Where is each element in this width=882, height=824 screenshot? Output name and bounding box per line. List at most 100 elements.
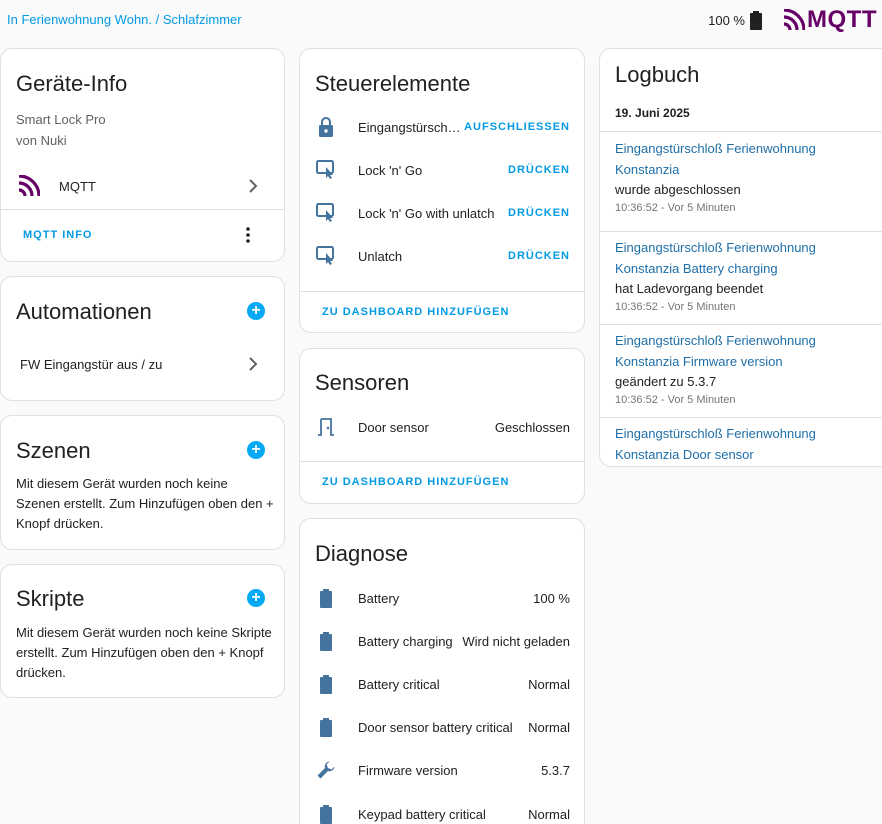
diagnostic-value: Wird nicht geladen xyxy=(462,634,570,649)
mqtt-info-button[interactable]: MQTT INFO xyxy=(23,229,93,241)
device-manufacturer: von Nuki xyxy=(16,133,67,148)
log-entity-link[interactable]: Konstanzia xyxy=(615,159,882,180)
add-to-dashboard-button[interactable]: ZU DASHBOARD HINZUFÜGEN xyxy=(322,476,509,488)
control-label: Eingangstürsch… xyxy=(358,120,461,135)
automation-label: FW Eingangstür aus / zu xyxy=(20,357,163,372)
log-message: geändert zu 5.3.7 xyxy=(615,374,717,389)
diagnostic-row[interactable]: Firmware version 5.3.7 xyxy=(300,749,584,792)
log-message: hat Ladevorgang beendet xyxy=(615,281,764,296)
diagnostic-value: Normal xyxy=(528,677,570,692)
log-message: wurde abgeschlossen xyxy=(615,182,741,197)
gesture-tap-icon xyxy=(316,159,336,181)
mqtt-logo-text: MQTT xyxy=(807,6,877,33)
diagnostic-label: Keypad battery critical xyxy=(358,807,486,822)
automations-title: Automationen xyxy=(16,299,152,324)
diagnostic-row[interactable]: Keypad battery critical Normal xyxy=(300,793,584,824)
wrench-icon xyxy=(316,759,336,781)
diagnostic-row[interactable]: Door sensor battery critical Normal xyxy=(300,706,584,749)
diagnostics-title: Diagnose xyxy=(315,541,408,566)
divider xyxy=(1,209,284,210)
add-scene-button[interactable]: + xyxy=(247,441,265,459)
press-button[interactable]: DRÜCKEN xyxy=(508,250,570,262)
gesture-tap-icon xyxy=(316,245,336,267)
diagnostic-value: Normal xyxy=(528,720,570,735)
control-label: Lock 'n' Go with unlatch xyxy=(358,206,495,221)
logbook-card: Logbuch 19. Juni 2025 Eingangstürschloß … xyxy=(599,48,882,467)
sensor-value: Geschlossen xyxy=(494,420,570,435)
chevron-right-icon xyxy=(249,357,258,371)
integration-row[interactable]: MQTT xyxy=(1,167,284,207)
sensors-card: Sensoren Door sensor Geschlossen ZU DASH… xyxy=(299,348,585,504)
device-info-title: Geräte-Info xyxy=(16,71,128,96)
control-row: Eingangstürsch… AUFSCHLIESSEN xyxy=(300,106,584,149)
battery-icon xyxy=(316,630,336,652)
sensors-title: Sensoren xyxy=(315,370,410,395)
more-vertical-icon[interactable] xyxy=(246,227,250,243)
log-time: 10:36:52 - Vor 5 Minuten xyxy=(615,301,736,313)
device-model: Smart Lock Pro xyxy=(16,112,106,127)
diagnostic-row[interactable]: Battery charging Wird nicht geladen xyxy=(300,620,584,663)
battery-icon xyxy=(316,587,336,609)
add-script-button[interactable]: + xyxy=(247,589,265,607)
logbook-entry: Eingangstürschloß Ferienwohnung Konstanz… xyxy=(600,418,882,466)
logbook-entry: Eingangstürschloß Ferienwohnung Konstanz… xyxy=(600,232,882,325)
press-button[interactable]: DRÜCKEN xyxy=(508,207,570,219)
door-closed-icon xyxy=(316,416,336,438)
control-row: Lock 'n' Go DRÜCKEN xyxy=(300,149,584,192)
control-row: Lock 'n' Go with unlatch DRÜCKEN xyxy=(300,192,584,235)
press-button[interactable]: DRÜCKEN xyxy=(508,164,570,176)
logbook-date: 19. Juni 2025 xyxy=(615,106,690,120)
logbook-title: Logbuch xyxy=(615,62,700,87)
battery-percentage: 100 % xyxy=(708,13,745,28)
battery-status: 100 % xyxy=(708,11,762,30)
add-to-dashboard-button[interactable]: ZU DASHBOARD HINZUFÜGEN xyxy=(322,306,509,318)
log-entity-link[interactable]: Eingangstürschloß Ferienwohnung xyxy=(615,237,882,258)
automations-card: Automationen + FW Eingangstür aus / zu xyxy=(0,276,285,401)
log-entity-link[interactable]: Konstanzia Door sensor xyxy=(615,444,882,465)
sensor-label: Door sensor xyxy=(358,420,429,435)
unlock-button[interactable]: AUFSCHLIESSEN xyxy=(464,121,570,133)
divider xyxy=(600,131,882,132)
add-automation-button[interactable]: + xyxy=(247,302,265,320)
log-entity-link[interactable]: Eingangstürschloß Ferienwohnung xyxy=(615,330,882,351)
log-time: 10:36:52 - Vor 5 Minuten xyxy=(615,202,736,214)
controls-title: Steuerelemente xyxy=(315,71,471,96)
mqtt-logo-icon xyxy=(783,9,805,31)
diagnostic-label: Battery critical xyxy=(358,677,440,692)
device-info-card: Geräte-Info Smart Lock Pro von Nuki MQTT… xyxy=(0,48,285,262)
sensor-row[interactable]: Door sensor Geschlossen xyxy=(300,406,584,449)
log-entity-link[interactable]: Konstanzia Battery charging xyxy=(615,258,882,279)
scenes-card: Szenen + Mit diesem Gerät wurden noch ke… xyxy=(0,415,285,550)
scripts-title: Skripte xyxy=(16,586,85,611)
lock-icon xyxy=(316,116,336,138)
battery-icon xyxy=(316,716,336,738)
chevron-right-icon xyxy=(249,179,258,193)
diagnostic-label: Firmware version xyxy=(358,763,458,778)
battery-icon xyxy=(316,673,336,695)
controls-card: Steuerelemente Eingangstürsch… AUFSCHLIE… xyxy=(299,48,585,333)
diagnostic-label: Battery charging xyxy=(358,634,453,649)
divider xyxy=(300,461,584,462)
automation-item[interactable]: FW Eingangstür aus / zu xyxy=(1,349,284,379)
diagnostic-value: Normal xyxy=(528,807,570,822)
battery-icon xyxy=(316,803,336,824)
control-label: Unlatch xyxy=(358,249,403,264)
breadcrumb[interactable]: In Ferienwohnung Wohn. / Schlafzimmer xyxy=(7,12,242,27)
log-entity-link[interactable]: Konstanzia Firmware version xyxy=(615,351,882,372)
log-entity-link[interactable]: Eingangstürschloß Ferienwohnung xyxy=(615,138,882,159)
diagnostic-row[interactable]: Battery 100 % xyxy=(300,577,584,620)
scripts-empty-text: Mit diesem Gerät wurden noch keine Skrip… xyxy=(16,625,272,680)
gesture-tap-icon xyxy=(316,202,336,224)
mqtt-integration-icon xyxy=(18,175,40,197)
control-label: Lock 'n' Go xyxy=(358,163,423,178)
control-row: Unlatch DRÜCKEN xyxy=(300,235,584,278)
integration-label: MQTT xyxy=(59,179,96,194)
diagnostic-value: 5.3.7 xyxy=(541,763,570,778)
log-entity-link[interactable]: Eingangstürschloß Ferienwohnung xyxy=(615,423,882,444)
divider xyxy=(300,291,584,292)
mqtt-logo: MQTT xyxy=(783,6,877,34)
logbook-entry: Eingangstürschloß Ferienwohnung Konstanz… xyxy=(600,325,882,418)
diagnostic-row[interactable]: Battery critical Normal xyxy=(300,663,584,706)
diagnostic-value: 100 % xyxy=(533,591,570,606)
scenes-empty-text: Mit diesem Gerät wurden noch keine Szene… xyxy=(16,476,274,531)
